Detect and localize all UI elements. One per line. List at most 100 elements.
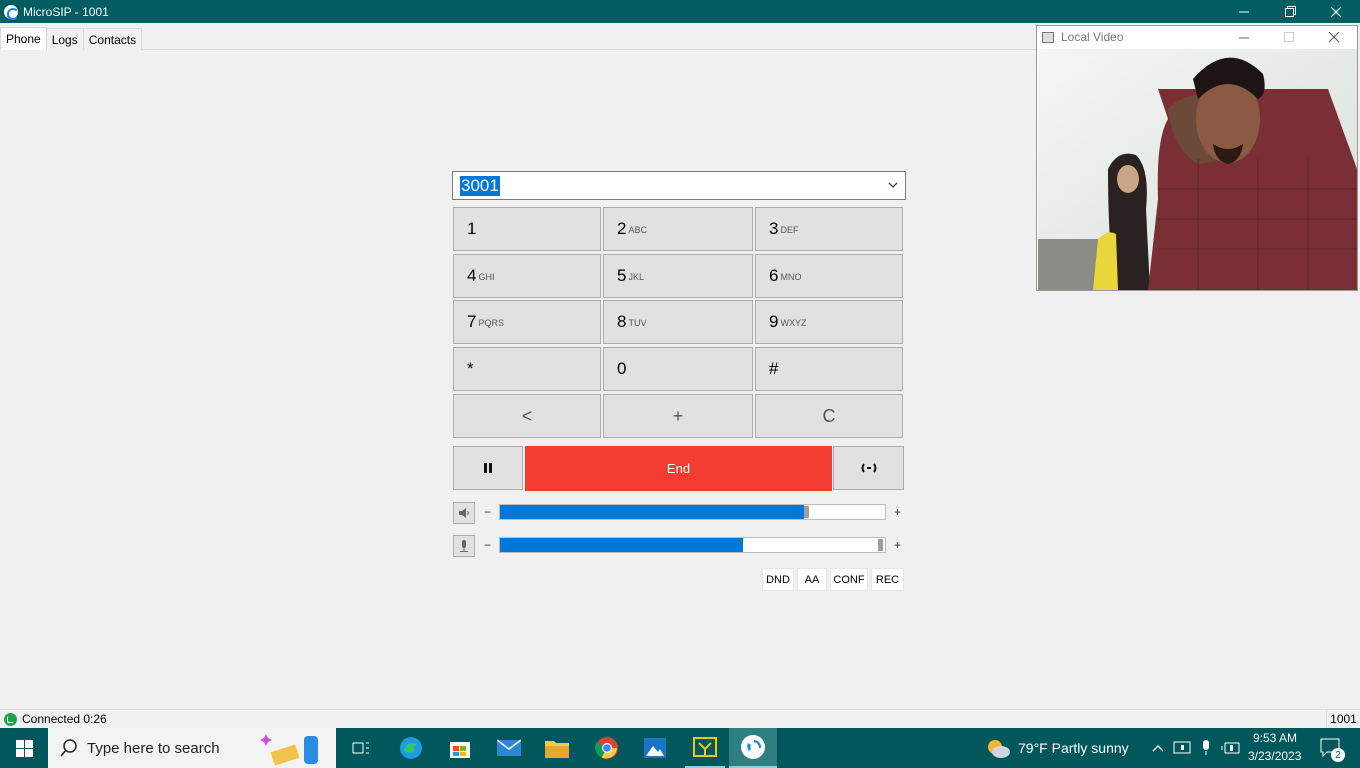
close-button[interactable]: [1313, 0, 1359, 23]
key-1[interactable]: 1: [453, 207, 601, 251]
notification-center-button[interactable]: 2: [1316, 728, 1346, 768]
video-close-button[interactable]: [1311, 26, 1357, 48]
hold-button[interactable]: [453, 446, 523, 490]
speaker-minus[interactable]: −: [484, 505, 491, 519]
key-letters: ABC: [628, 225, 647, 235]
key-star[interactable]: *: [453, 347, 601, 391]
battery-tray[interactable]: [1220, 728, 1242, 768]
tab-logs[interactable]: Logs: [45, 28, 84, 50]
key-6[interactable]: 6 MNO: [755, 254, 903, 298]
speaker-volume-slider[interactable]: [499, 504, 886, 520]
key-5[interactable]: 5 JKL: [603, 254, 753, 298]
key-4[interactable]: 4 GHI: [453, 254, 601, 298]
speaker-icon: [459, 508, 469, 518]
key-digit: 2: [617, 219, 627, 238]
window-title: MicroSIP - 1001: [23, 4, 109, 19]
mic-minus[interactable]: −: [484, 538, 491, 552]
local-video-title: Local Video: [1061, 30, 1124, 44]
key-7[interactable]: 7 PQRS: [453, 300, 601, 344]
restore-button[interactable]: [1267, 0, 1313, 23]
key-0[interactable]: 0: [603, 347, 753, 391]
conference-button[interactable]: CONF: [830, 568, 868, 591]
task-view-button[interactable]: [343, 728, 379, 768]
tab-divider: [0, 49, 1036, 50]
plus-button[interactable]: +: [603, 394, 753, 438]
key-letters: JKL: [628, 272, 644, 282]
clear-button[interactable]: C: [755, 394, 903, 438]
minimize-icon: [1238, 11, 1249, 13]
speaker-plus[interactable]: +: [894, 505, 901, 519]
microsip-icon: [741, 735, 765, 759]
video-maximize-button[interactable]: [1266, 26, 1312, 48]
taskbar-edge[interactable]: [393, 728, 429, 768]
mic-volume-slider[interactable]: [499, 537, 886, 553]
speaker-volume-thumb[interactable]: [804, 506, 809, 518]
taskbar-search[interactable]: Type here to search: [48, 728, 336, 768]
key-letters: GHI: [478, 272, 495, 282]
end-call-button[interactable]: End: [525, 446, 832, 491]
key-letters: TUV: [628, 318, 647, 328]
restore-icon: [1284, 6, 1296, 17]
taskbar-store[interactable]: [442, 728, 478, 768]
tab-phone[interactable]: Phone: [0, 27, 47, 50]
taskbar-file-explorer[interactable]: [539, 728, 575, 768]
key-digit: 4: [467, 266, 477, 285]
key-digit: 3: [769, 219, 779, 238]
taskbar: Type here to search 79°F Partly sunny 9:…: [0, 728, 1360, 768]
record-button[interactable]: REC: [871, 568, 904, 591]
search-placeholder[interactable]: Type here to search: [87, 740, 220, 757]
chevron-up-icon: [1152, 745, 1164, 752]
tray-item[interactable]: [1172, 728, 1192, 768]
key-digit: 6: [769, 266, 779, 285]
dial-number-combo[interactable]: 3001: [452, 171, 906, 200]
video-minimize-button[interactable]: [1221, 26, 1267, 48]
key-2[interactable]: 2 ABC: [603, 207, 753, 251]
network-warning-icon: [1173, 741, 1191, 754]
key-letters: MNO: [780, 272, 802, 282]
clock-date[interactable]: 3/23/2023: [1248, 749, 1301, 763]
show-hidden-icons-button[interactable]: [1148, 728, 1168, 768]
window-icon: [1042, 31, 1054, 43]
battery-icon: [1221, 742, 1240, 754]
start-button[interactable]: [0, 728, 48, 768]
weather-icon-wrap[interactable]: [985, 728, 1011, 768]
chevron-down-icon[interactable]: [887, 179, 899, 191]
account-number[interactable]: 1001: [1326, 710, 1360, 728]
photos-icon: [644, 738, 666, 758]
key-digit: 9: [769, 312, 779, 331]
title-bar: MicroSIP - 1001: [0, 0, 1360, 23]
maximize-icon: [1283, 31, 1294, 42]
key-hash[interactable]: #: [755, 347, 903, 391]
auto-answer-button[interactable]: AA: [797, 568, 827, 591]
minimize-button[interactable]: [1221, 0, 1267, 23]
weather-text[interactable]: 79°F Partly sunny: [1018, 740, 1129, 756]
dnd-button[interactable]: DND: [762, 568, 794, 591]
app-icon: [693, 737, 717, 757]
mic-tray[interactable]: [1196, 728, 1216, 768]
local-video-window[interactable]: Local Video: [1036, 25, 1358, 291]
key-8[interactable]: 8 TUV: [603, 300, 753, 344]
search-highlight-illustration-icon: [260, 734, 318, 766]
taskbar-app-yellow[interactable]: [685, 728, 725, 768]
speaker-volume-fill: [500, 505, 804, 519]
taskbar-chrome[interactable]: [589, 728, 625, 768]
transfer-button[interactable]: [833, 446, 904, 490]
speaker-mute-button[interactable]: [453, 502, 475, 524]
key-digit: 8: [617, 312, 627, 331]
taskbar-microsip[interactable]: [729, 728, 777, 768]
taskbar-mail[interactable]: [491, 728, 527, 768]
backspace-button[interactable]: <: [453, 394, 601, 438]
taskbar-photos[interactable]: [637, 728, 673, 768]
dial-number-value[interactable]: 3001: [460, 176, 500, 196]
tab-contacts[interactable]: Contacts: [82, 28, 143, 50]
key-3[interactable]: 3 DEF: [755, 207, 903, 251]
clock-time[interactable]: 9:53 AM: [1253, 731, 1297, 745]
key-9[interactable]: 9 WXYZ: [755, 300, 903, 344]
local-video-title-bar[interactable]: Local Video: [1037, 26, 1357, 48]
mail-icon: [497, 739, 521, 756]
mic-volume-thumb[interactable]: [878, 539, 883, 551]
pause-icon: [484, 463, 492, 473]
mic-mute-button[interactable]: [453, 535, 475, 557]
webcam-image: [1038, 49, 1357, 290]
mic-plus[interactable]: +: [894, 538, 901, 552]
